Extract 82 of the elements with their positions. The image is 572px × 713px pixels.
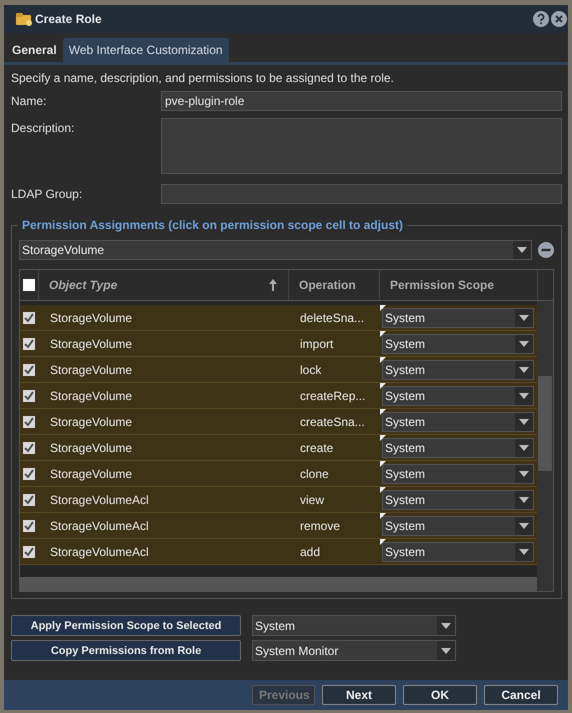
row-checkbox[interactable]: [23, 364, 35, 376]
row-checkbox[interactable]: [23, 416, 35, 428]
action-button[interactable]: Copy Permissions from Role: [11, 640, 241, 661]
caret-icon: [519, 470, 529, 476]
caret-icon: [441, 648, 451, 654]
scope-dropdown[interactable]: System: [382, 360, 534, 380]
edited-mark-icon: [380, 305, 386, 311]
table-cell-text: StorageVolume: [49, 388, 134, 404]
row-checkbox[interactable]: [23, 520, 35, 532]
row-checkbox[interactable]: [23, 468, 35, 480]
table-cell-text: StorageVolumeAcl: [49, 492, 150, 508]
table-cell-text: createSna...: [299, 414, 366, 430]
column-header[interactable]: Object Type: [39, 270, 289, 300]
caret-icon: [519, 548, 529, 554]
scope-dropdown[interactable]: System: [382, 542, 534, 562]
scope-dropdown[interactable]: System: [382, 490, 534, 510]
table-cell-text: remove: [299, 518, 342, 534]
table-cell-text: add: [299, 544, 322, 560]
action-button[interactable]: Apply Permission Scope to Selected: [11, 615, 241, 636]
caret-icon: [519, 314, 529, 320]
caret-icon: [519, 392, 529, 398]
row-checkbox[interactable]: [23, 312, 35, 324]
horizontal-scrollbar[interactable]: [20, 577, 537, 591]
dropdown[interactable]: System Monitor: [252, 640, 456, 661]
table-cell-text: StorageVolumeAcl: [49, 544, 150, 560]
table-cell-text: import: [299, 336, 334, 352]
description-field[interactable]: [161, 118, 562, 174]
table-cell-text: StorageVolume: [49, 414, 134, 430]
table-cell-text: StorageVolume: [49, 440, 134, 456]
caret-icon: [519, 366, 529, 372]
input-field[interactable]: [161, 184, 562, 204]
field-label: Description:: [11, 120, 76, 135]
row-checkbox[interactable]: [23, 338, 35, 350]
select-all-checkbox[interactable]: [23, 279, 35, 291]
table-cell-text: StorageVolume: [49, 362, 134, 378]
field-label: LDAP Group:: [11, 186, 84, 201]
caret-icon: [519, 522, 529, 528]
scope-dropdown[interactable]: System: [382, 464, 534, 484]
vertical-scrollbar[interactable]: [537, 301, 553, 591]
table-cell-text: StorageVolumeAcl: [49, 518, 150, 534]
dropdown[interactable]: System: [252, 615, 456, 636]
scope-dropdown[interactable]: System: [382, 438, 534, 458]
scope-dropdown[interactable]: System: [382, 516, 534, 536]
panel-legend: Permission Assignments (click on permission scope cell to adjust): [18, 218, 407, 232]
caret-icon: [519, 496, 529, 502]
input-field[interactable]: pve-plugin-role: [161, 91, 562, 111]
caret-icon: [517, 247, 527, 253]
object-type-dropdown[interactable]: StorageVolume: [19, 240, 532, 260]
table-cell-text: createRep...: [299, 388, 366, 404]
scope-dropdown[interactable]: System: [382, 386, 534, 406]
window-title: Create Role: [35, 12, 102, 26]
table-cell-text: create: [299, 440, 334, 456]
field-label: Name:: [11, 93, 48, 108]
column-header[interactable]: Permission Scope: [380, 270, 538, 300]
table-cell-text: StorageVolume: [49, 310, 134, 326]
folder-icon: [15, 12, 33, 26]
help-icon[interactable]: [533, 11, 549, 27]
table-cell-text: clone: [299, 466, 330, 482]
scope-dropdown[interactable]: System: [382, 308, 534, 328]
row-checkbox[interactable]: [23, 390, 35, 402]
caret-icon: [519, 340, 529, 346]
row-checkbox[interactable]: [23, 546, 35, 558]
dialog-button[interactable]: Cancel: [484, 685, 558, 705]
table-cell-text: deleteSna...: [299, 310, 366, 326]
table-cell-text: StorageVolume: [49, 336, 134, 352]
caret-icon: [441, 622, 451, 628]
column-header[interactable]: Operation: [289, 270, 380, 300]
row-checkbox[interactable]: [23, 494, 35, 506]
scope-dropdown[interactable]: System: [382, 412, 534, 432]
scope-dropdown[interactable]: System: [382, 334, 534, 354]
table-cell-text: StorageVolume: [49, 466, 134, 482]
table-cell-text: view: [299, 492, 326, 508]
caret-icon: [519, 444, 529, 450]
instruction-text: Specify a name, description, and permissions to be assigned to the role.: [11, 71, 395, 85]
row-checkbox[interactable]: [23, 442, 35, 454]
dialog-button[interactable]: OK: [403, 685, 477, 705]
dialog-button[interactable]: Next: [322, 685, 396, 705]
remove-icon[interactable]: [538, 242, 554, 258]
tab[interactable]: Web Interface Customization: [62, 38, 229, 62]
table-cell-text: lock: [299, 362, 322, 378]
caret-icon: [519, 418, 529, 424]
close-icon[interactable]: [551, 11, 567, 27]
